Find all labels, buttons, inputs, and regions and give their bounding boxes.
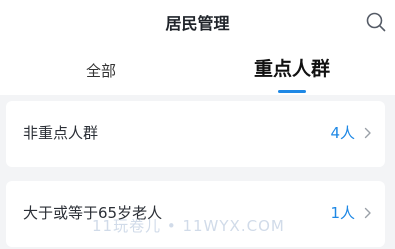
chevron-right-icon [364, 207, 371, 219]
chevron-right-icon [364, 127, 371, 139]
search-icon [366, 12, 386, 32]
active-tab-indicator [278, 90, 306, 93]
list-item-count: 4人 [330, 124, 355, 142]
list-item-elderly-65-plus[interactable]: 大于或等于65岁老人 1人 [6, 181, 385, 247]
list-item-non-key-population[interactable]: 非重点人群 4人 [6, 101, 385, 167]
search-button[interactable] [365, 11, 387, 33]
watermark: 11玩卷儿 • 11WYX.COM [92, 217, 285, 235]
header: 居民管理 全部 重点人群 [0, 0, 395, 95]
page-title: 居民管理 [165, 14, 230, 33]
list-item-count: 1人 [330, 204, 355, 222]
list-item-label: 非重点人群 [23, 124, 99, 142]
tab-all[interactable]: 全部 [62, 61, 140, 81]
tab-bar: 全部 重点人群 [0, 52, 395, 95]
tab-key-population[interactable]: 重点人群 [240, 56, 344, 82]
